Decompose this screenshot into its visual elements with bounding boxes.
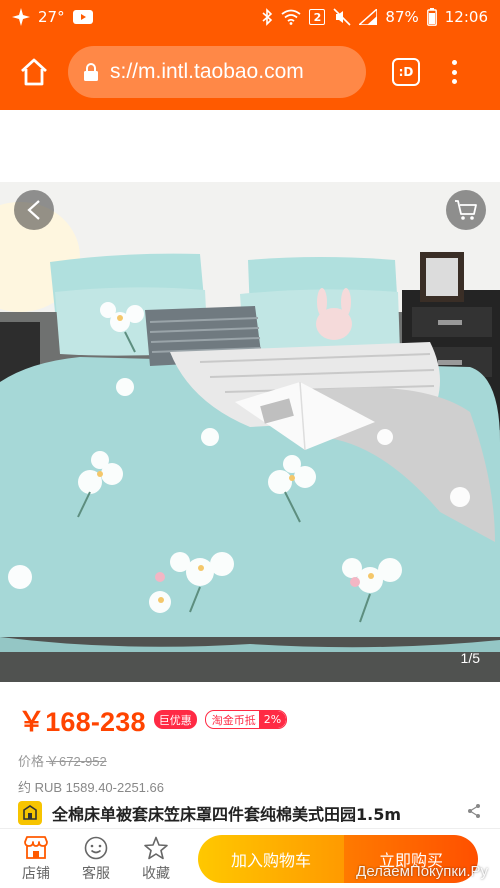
back-button[interactable] — [14, 190, 54, 230]
favorite-label: 收藏 — [142, 865, 170, 882]
price-row: ￥168-238 巨优惠 淘金币抵 2% — [18, 700, 482, 739]
wifi-icon — [281, 9, 301, 25]
browser-toolbar: s://m.intl.taobao.com :D — [0, 34, 500, 110]
notification-badge: 2 — [309, 9, 326, 25]
original-price: 价格 ￥672-952 — [18, 751, 482, 770]
battery-icon — [426, 8, 437, 26]
lock-icon — [84, 63, 98, 81]
store-icon — [23, 835, 49, 861]
youtube-icon — [72, 10, 93, 24]
chat-smile-icon — [83, 835, 109, 861]
coin-discount-tag: 淘金币抵 2% — [204, 710, 288, 729]
clock: 12:06 — [444, 8, 488, 26]
menu-dot — [451, 60, 457, 65]
price: ￥168-238 — [18, 707, 146, 737]
favorite-button[interactable]: 收藏 — [126, 831, 186, 887]
promo-tag: 巨优惠 — [153, 710, 197, 729]
address-bar[interactable]: s://m.intl.taobao.com — [68, 46, 366, 98]
tmall-store-icon — [18, 801, 42, 825]
original-price-value: ￥672-952 — [46, 754, 107, 769]
temperature: 27° — [38, 8, 65, 26]
battery-level: 87% — [385, 8, 419, 26]
menu-dot — [451, 79, 457, 84]
product-title-row: 全棉床单被套床笠床罩四件套纯棉美式田园1.5m — [0, 798, 500, 828]
home-button[interactable] — [14, 52, 54, 92]
sparkle-icon — [12, 8, 30, 26]
original-price-label: 价格 — [18, 754, 45, 769]
approx-price: 约 RUB 1589.40-2251.66 — [18, 780, 164, 795]
coin-tag-value: 2% — [258, 711, 287, 728]
url-text: s://m.intl.taobao.com — [110, 60, 304, 83]
status-bar: 27° 2 87% 12:06 — [0, 0, 500, 34]
blank-spacer — [0, 110, 500, 182]
share-icon[interactable] — [466, 803, 482, 823]
customer-service-label: 客服 — [82, 865, 110, 882]
product-image-carousel[interactable]: 1/5 — [0, 182, 500, 682]
star-icon — [143, 835, 169, 861]
bluetooth-icon — [261, 8, 273, 26]
cart-button[interactable] — [446, 190, 486, 230]
image-counter: 1/5 — [460, 650, 480, 666]
customer-service-button[interactable]: 客服 — [66, 831, 126, 887]
signal-icon — [359, 9, 378, 25]
tabs-button[interactable]: :D — [392, 58, 420, 86]
overflow-menu-button[interactable] — [444, 57, 464, 87]
shop-button[interactable]: 店铺 — [6, 831, 66, 887]
add-to-cart-button[interactable]: 加入购物车 — [198, 834, 344, 883]
taobao-product-page: 27° 2 87% 12:06 s://m.intl.taobao.com:D… — [0, 0, 500, 888]
chevron-left-icon — [27, 200, 40, 220]
price-section: ￥168-238 巨优惠 淘金币抵 2% 价格 ￥672-952 约 RUB 158… — [0, 682, 500, 795]
shop-label: 店铺 — [22, 865, 50, 882]
product-title: 全棉床单被套床笠床罩四件套纯棉美式田园1.5m — [52, 805, 402, 824]
product-image — [0, 182, 500, 682]
menu-dot — [451, 69, 457, 75]
watermark: ДелаемПокупки.Ру — [356, 863, 488, 880]
shopping-cart-icon — [455, 200, 477, 220]
coin-tag-label: 淘金币抵 — [211, 713, 256, 727]
mute-icon — [333, 8, 351, 26]
home-icon — [21, 58, 47, 86]
